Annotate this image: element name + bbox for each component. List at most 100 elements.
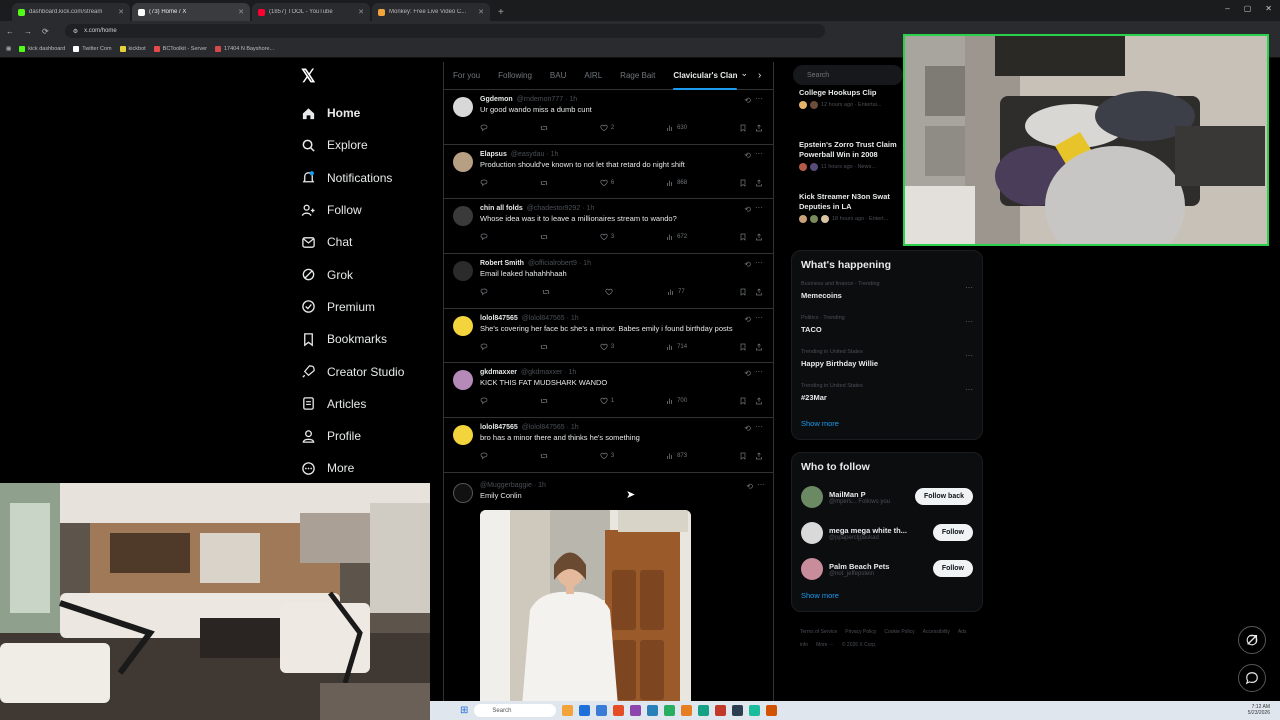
reload-icon[interactable]: ⟳ xyxy=(42,27,49,36)
feed-tab[interactable]: BAU xyxy=(541,71,575,80)
windows-start-icon[interactable]: ⊞ xyxy=(460,705,468,716)
search-input[interactable]: Search xyxy=(793,65,903,85)
suggestion-name[interactable]: MailMan P xyxy=(829,490,921,499)
avatar[interactable] xyxy=(801,558,823,580)
share-button[interactable] xyxy=(755,452,763,460)
post-handle[interactable]: @easydau · 1h xyxy=(511,151,559,158)
trend-item[interactable]: Business and finance · Trending Memecoins… xyxy=(792,277,982,311)
reply-button[interactable] xyxy=(480,343,488,351)
like-button[interactable]: 3 xyxy=(600,233,614,241)
more-options-icon[interactable]: ··· xyxy=(755,203,763,212)
grok-icon[interactable]: ⟲ xyxy=(744,151,751,160)
grok-icon[interactable]: ⟲ xyxy=(744,96,751,105)
nav-item-creator-studio[interactable]: Creator Studio xyxy=(301,355,441,387)
feed-tab[interactable]: Following xyxy=(489,71,541,80)
reply-button[interactable] xyxy=(480,452,488,460)
taskbar-app-icon[interactable] xyxy=(613,705,625,716)
taskbar-search[interactable]: Search xyxy=(474,704,557,717)
avatar[interactable] xyxy=(453,206,473,227)
trend-item[interactable]: Trending in United States #23Mar ··· xyxy=(792,379,982,413)
trending-news-item[interactable]: Epstein's Zorro Trust Claim Powerball Wi… xyxy=(791,136,906,188)
bookmark-item[interactable]: BCToolkit - Server xyxy=(153,46,207,52)
grok-icon[interactable]: ⟲ xyxy=(744,260,751,269)
system-tray-clock[interactable]: 7:12 AM 5/23/2026 xyxy=(1248,704,1270,716)
views-button[interactable]: 672 xyxy=(666,233,687,241)
feed-tab[interactable]: AIRL xyxy=(575,71,611,80)
post[interactable]: lolol847565 @lolol847565 · 1h She's coveri… xyxy=(444,309,773,364)
reply-button[interactable] xyxy=(480,124,488,132)
follow-button[interactable]: Follow xyxy=(932,560,973,577)
repost-button[interactable] xyxy=(540,124,548,132)
suggestion-name[interactable]: Palm Beach Pets xyxy=(829,562,921,571)
views-button[interactable]: 873 xyxy=(666,452,687,460)
bookmark-button[interactable] xyxy=(739,343,747,351)
trend-item[interactable]: Politics · Trending TACO ··· xyxy=(792,311,982,345)
like-button[interactable]: 3 xyxy=(600,452,614,460)
post-handle[interactable]: @gkdmaxxer · 1h xyxy=(521,369,576,376)
follow-button[interactable]: Follow xyxy=(932,524,973,541)
grok-icon[interactable]: ⟲ xyxy=(744,369,751,378)
reply-button[interactable] xyxy=(480,288,488,296)
feed-tab[interactable]: Rage Bait xyxy=(611,71,664,80)
nav-item-chat[interactable]: Chat xyxy=(301,226,441,258)
more-options-icon[interactable]: ··· xyxy=(755,258,763,267)
footer-link[interactable]: Privacy Policy xyxy=(845,629,876,635)
post-handle[interactable]: @lolol847565 · 1h xyxy=(522,315,579,322)
views-button[interactable]: 77 xyxy=(667,288,685,296)
messages-button[interactable] xyxy=(1238,664,1266,692)
post-author-name[interactable]: lolol847565 xyxy=(480,424,518,431)
views-button[interactable]: 700 xyxy=(666,397,687,405)
forward-icon[interactable]: → xyxy=(24,27,32,36)
browser-tab[interactable]: (73) Home / X ✕ xyxy=(132,3,250,21)
avatar[interactable] xyxy=(453,425,473,446)
follow-suggestion[interactable]: mega mega white th... @ppapercljpaskad Fol… xyxy=(792,515,982,551)
post-author-name[interactable]: Ggdemon xyxy=(480,96,513,103)
minimize-icon[interactable]: – xyxy=(1225,4,1229,13)
back-icon[interactable]: ← xyxy=(6,27,14,36)
taskbar-app-icon[interactable] xyxy=(647,705,659,716)
post-author-name[interactable]: Elapsus xyxy=(480,151,507,158)
share-button[interactable] xyxy=(755,179,763,187)
avatar[interactable] xyxy=(453,151,473,172)
repost-button[interactable] xyxy=(542,288,550,296)
nav-item-articles[interactable]: Articles xyxy=(301,388,441,420)
like-button[interactable]: 6 xyxy=(600,179,614,187)
like-button[interactable]: 2 xyxy=(600,124,614,132)
share-button[interactable] xyxy=(755,124,763,132)
nav-item-notifications[interactable]: Notifications xyxy=(301,162,441,194)
tab-close-icon[interactable]: ✕ xyxy=(358,8,364,16)
footer-link[interactable]: Terms of Service xyxy=(800,629,837,635)
avatar[interactable] xyxy=(453,97,473,117)
share-button[interactable] xyxy=(755,397,763,405)
bookmark-item[interactable]: Twitter Com xyxy=(73,46,112,52)
taskbar-app-icon[interactable] xyxy=(766,705,778,716)
grok-icon[interactable]: ⟲ xyxy=(744,205,751,214)
bookmark-button[interactable] xyxy=(739,288,747,296)
post-handle[interactable]: @chadestor9292 · 1h xyxy=(527,205,594,212)
feed-tab[interactable]: For you xyxy=(444,71,489,80)
more-options-icon[interactable]: ··· xyxy=(965,385,973,394)
post-author-name[interactable]: gkdmaxxer xyxy=(480,369,517,376)
grok-icon[interactable]: ⟲ xyxy=(744,315,751,324)
tab-close-icon[interactable]: ✕ xyxy=(118,8,124,16)
tab-close-icon[interactable]: ✕ xyxy=(478,8,484,16)
show-more-link[interactable]: Show more xyxy=(792,587,982,600)
more-options-icon[interactable]: ··· xyxy=(965,283,973,292)
nav-item-follow[interactable]: Follow xyxy=(301,194,441,226)
post[interactable]: lolol847565 @lolol847565 · 1h bro has a mi… xyxy=(444,418,773,473)
bookmark-button[interactable] xyxy=(739,233,747,242)
share-button[interactable] xyxy=(755,288,763,296)
chevron-right-icon[interactable]: › xyxy=(758,70,761,81)
avatar[interactable] xyxy=(453,370,473,391)
post-handle[interactable]: @lolol847565 · 1h xyxy=(522,424,579,431)
more-options-icon[interactable]: ··· xyxy=(965,351,973,360)
taskbar-app-icon[interactable] xyxy=(732,705,744,716)
taskbar-app-icon[interactable] xyxy=(630,705,642,716)
taskbar-app-icon[interactable] xyxy=(715,705,727,716)
post-with-photo[interactable]: @Muggerbaggie · 1h Emily Conlin ⟲ ··· xyxy=(444,476,773,702)
footer-link[interactable]: More ··· xyxy=(816,642,834,648)
post-handle[interactable]: @rndemon777 · 1h xyxy=(517,96,577,103)
like-button[interactable]: 1 xyxy=(600,397,614,405)
follow-suggestion[interactable]: MailMan P @mpers... Follows you Follow bac… xyxy=(792,479,982,515)
reply-button[interactable] xyxy=(480,397,488,405)
